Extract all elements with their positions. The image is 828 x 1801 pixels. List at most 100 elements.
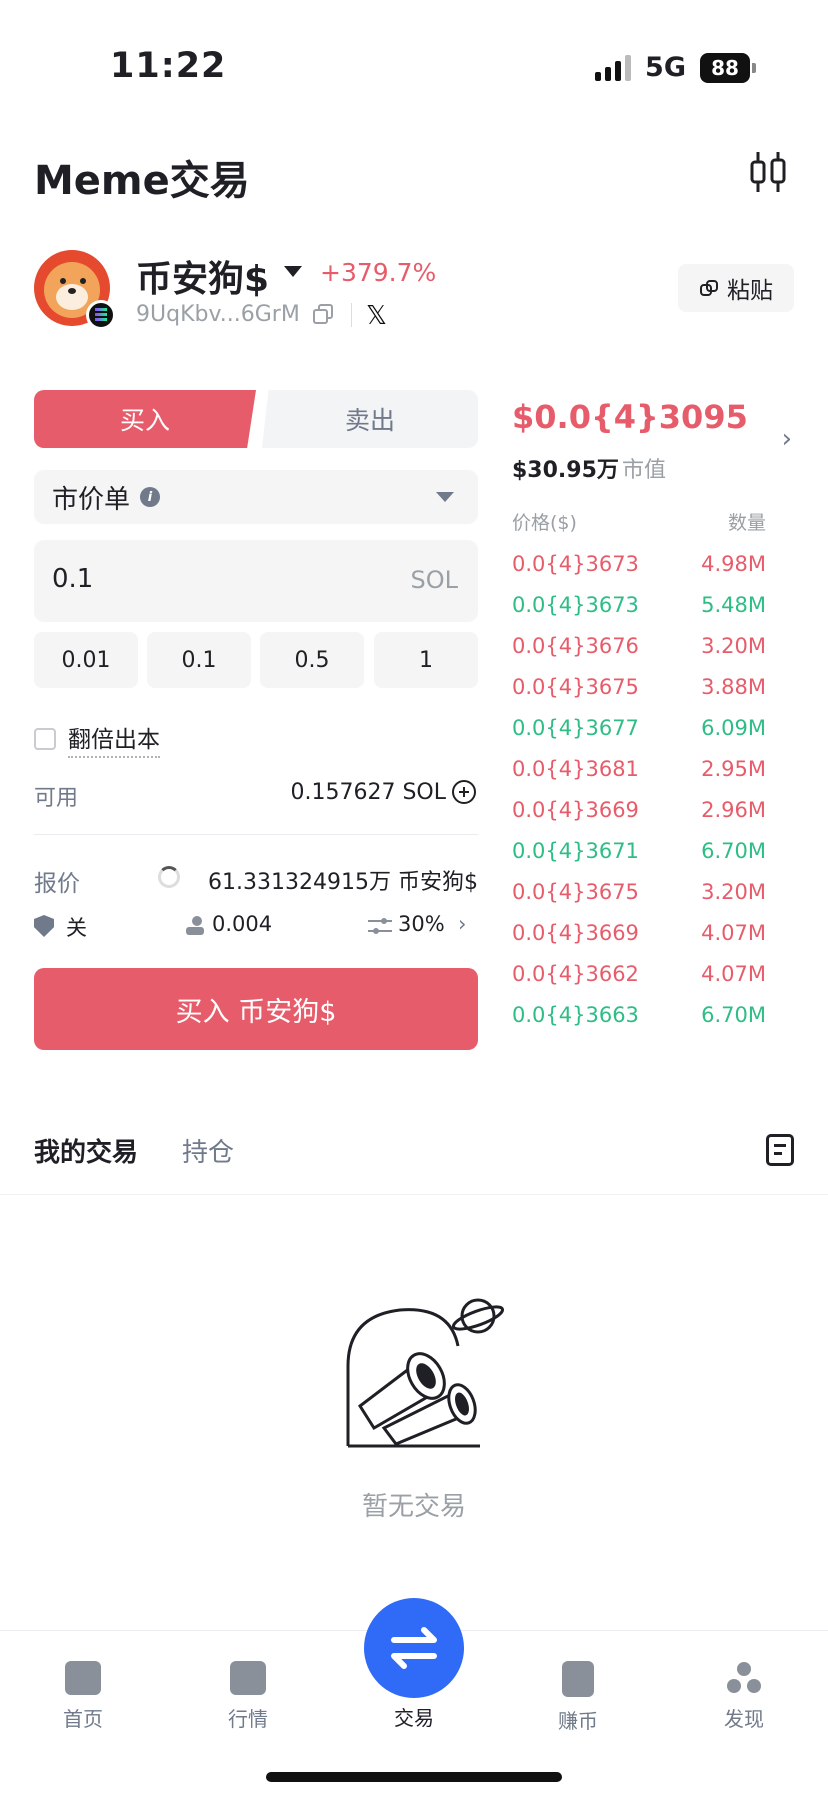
quick-amount-button[interactable]: 0.5 <box>260 632 364 688</box>
token-price-change: +379.7% <box>320 258 437 287</box>
order-book-row[interactable]: 0.0{4}3677 6.09M <box>512 716 766 746</box>
order-book-price: 0.0{4}3671 <box>512 839 639 863</box>
order-book-price: 0.0{4}3677 <box>512 716 639 740</box>
order-book-price: 0.0{4}3669 <box>512 921 639 945</box>
tab-buy[interactable]: 买入 <box>34 390 256 448</box>
order-book-price: 0.0{4}3662 <box>512 962 639 986</box>
candlestick-chart-icon[interactable] <box>748 150 788 194</box>
order-book-qty: 6.70M <box>701 1003 766 1027</box>
shield-icon <box>34 915 54 937</box>
market-cap-value: $30.95万 <box>512 458 619 483</box>
double-principal-option[interactable]: 翻倍出本 <box>34 720 160 758</box>
order-book-qty: 2.96M <box>701 798 766 822</box>
chevron-right-icon[interactable]: › <box>782 424 792 454</box>
amount-unit: SOL <box>410 566 459 594</box>
token-price: $0.0{4}3095 <box>512 398 748 436</box>
order-book-row[interactable]: 0.0{4}3673 5.48M <box>512 593 766 623</box>
order-book-row[interactable]: 0.0{4}3663 6.70M <box>512 1003 766 1033</box>
tab-sell[interactable]: 卖出 <box>262 390 478 448</box>
nav-label: 发现 <box>724 1707 764 1731</box>
order-book-row[interactable]: 0.0{4}3662 4.07M <box>512 962 766 992</box>
book-price-header: 价格($) <box>512 512 577 534</box>
order-book-price: 0.0{4}3675 <box>512 880 639 904</box>
quote-value: 61.331324915万 币安狗$ <box>208 870 478 895</box>
nav-label-trade[interactable]: 交易 <box>354 1702 474 1731</box>
available-label: 可用 <box>34 786 79 811</box>
book-qty-header: 数量 <box>727 512 766 534</box>
chevron-right-icon[interactable]: › <box>458 912 466 936</box>
order-book-row[interactable]: 0.0{4}3675 3.20M <box>512 880 766 910</box>
network-type: 5G <box>645 52 686 83</box>
order-book-row[interactable]: 0.0{4}3681 2.95M <box>512 757 766 787</box>
nav-item-home[interactable]: 首页 <box>23 1661 143 1732</box>
order-book-qty: 3.88M <box>701 675 766 699</box>
nav-item-market[interactable]: 行情 <box>188 1661 308 1732</box>
order-book-row[interactable]: 0.0{4}3673 4.98M <box>512 552 766 582</box>
paste-button[interactable]: 粘贴 <box>678 264 794 312</box>
token-dropdown-icon[interactable] <box>284 266 302 277</box>
battery-icon: 88 <box>700 52 756 83</box>
trade-settings-row[interactable]: 关 0.004 30% › <box>34 912 478 942</box>
order-book-row[interactable]: 0.0{4}3669 2.96M <box>512 798 766 828</box>
status-bar: 11:22 5G 88 <box>0 0 828 100</box>
wallet-icon <box>65 1661 101 1695</box>
order-book-qty: 6.09M <box>701 716 766 740</box>
order-book-row[interactable]: 0.0{4}3676 3.20M <box>512 634 766 664</box>
order-book-qty: 4.07M <box>701 921 766 945</box>
paste-label: 粘贴 <box>727 278 773 304</box>
order-type-select[interactable]: 市价单 i <box>34 470 478 524</box>
amount-value[interactable]: 0.1 <box>52 564 93 594</box>
nav-label: 行情 <box>228 1707 268 1731</box>
chevron-down-icon <box>436 492 454 502</box>
amount-input[interactable]: 0.1 SOL <box>34 540 478 622</box>
gas-fee-value[interactable]: 0.004 <box>212 912 272 936</box>
signal-icon <box>595 54 632 81</box>
order-book-row[interactable]: 0.0{4}3671 6.70M <box>512 839 766 869</box>
swap-icon <box>391 1627 437 1669</box>
tab-positions[interactable]: 持仓 <box>182 1132 234 1169</box>
double-principal-label: 翻倍出本 <box>68 720 160 758</box>
order-book-qty: 4.98M <box>701 552 766 576</box>
nav-label: 首页 <box>63 1707 103 1731</box>
divider <box>351 303 352 327</box>
gas-fee-icon <box>186 916 204 935</box>
info-icon[interactable]: i <box>140 487 161 507</box>
token-name[interactable]: 币安狗$ <box>136 250 269 302</box>
divider <box>0 1194 828 1195</box>
nav-item-earn[interactable]: 赚币 <box>518 1661 638 1734</box>
order-book-price: 0.0{4}3673 <box>512 552 639 576</box>
link-icon <box>700 280 718 296</box>
binoculars-illustration-icon <box>346 1298 505 1448</box>
order-book-qty: 4.07M <box>701 962 766 986</box>
buy-sell-tabs: 买入 卖出 <box>34 390 478 448</box>
quick-amount-button[interactable]: 1 <box>374 632 478 688</box>
quick-amount-button[interactable]: 0.01 <box>34 632 138 688</box>
copy-icon[interactable] <box>312 303 334 325</box>
nav-item-trade[interactable] <box>364 1598 464 1698</box>
earn-icon <box>562 1661 594 1697</box>
market-cap-label: 市值 <box>622 458 667 483</box>
order-book-row[interactable]: 0.0{4}3669 4.07M <box>512 921 766 951</box>
slippage-value[interactable]: 30% <box>398 912 445 936</box>
divider <box>34 834 478 835</box>
nav-label: 赚币 <box>558 1709 598 1733</box>
double-principal-checkbox[interactable] <box>34 728 56 750</box>
x-twitter-icon[interactable]: 𝕏 <box>366 301 387 331</box>
slippage-icon <box>368 918 392 934</box>
quote-label: 报价 <box>34 871 80 897</box>
mev-protection-status[interactable]: 关 <box>66 912 87 942</box>
order-book-qty: 3.20M <box>701 634 766 658</box>
page-title: Meme交易 <box>34 158 250 204</box>
add-funds-icon[interactable] <box>452 780 476 804</box>
order-book-qty: 3.20M <box>701 880 766 904</box>
token-address: 9UqKbv...6GrM <box>136 302 300 327</box>
order-book-row[interactable]: 0.0{4}3675 3.88M <box>512 675 766 705</box>
order-history-icon[interactable] <box>766 1134 794 1166</box>
buy-button[interactable]: 买入 币安狗$ <box>34 968 478 1050</box>
order-book-price: 0.0{4}3676 <box>512 634 639 658</box>
tab-my-trades[interactable]: 我的交易 <box>34 1132 138 1169</box>
nav-item-discover[interactable]: 发现 <box>684 1661 804 1732</box>
quick-amount-button[interactable]: 0.1 <box>147 632 251 688</box>
home-indicator[interactable] <box>266 1772 562 1782</box>
order-book-price: 0.0{4}3681 <box>512 757 639 781</box>
